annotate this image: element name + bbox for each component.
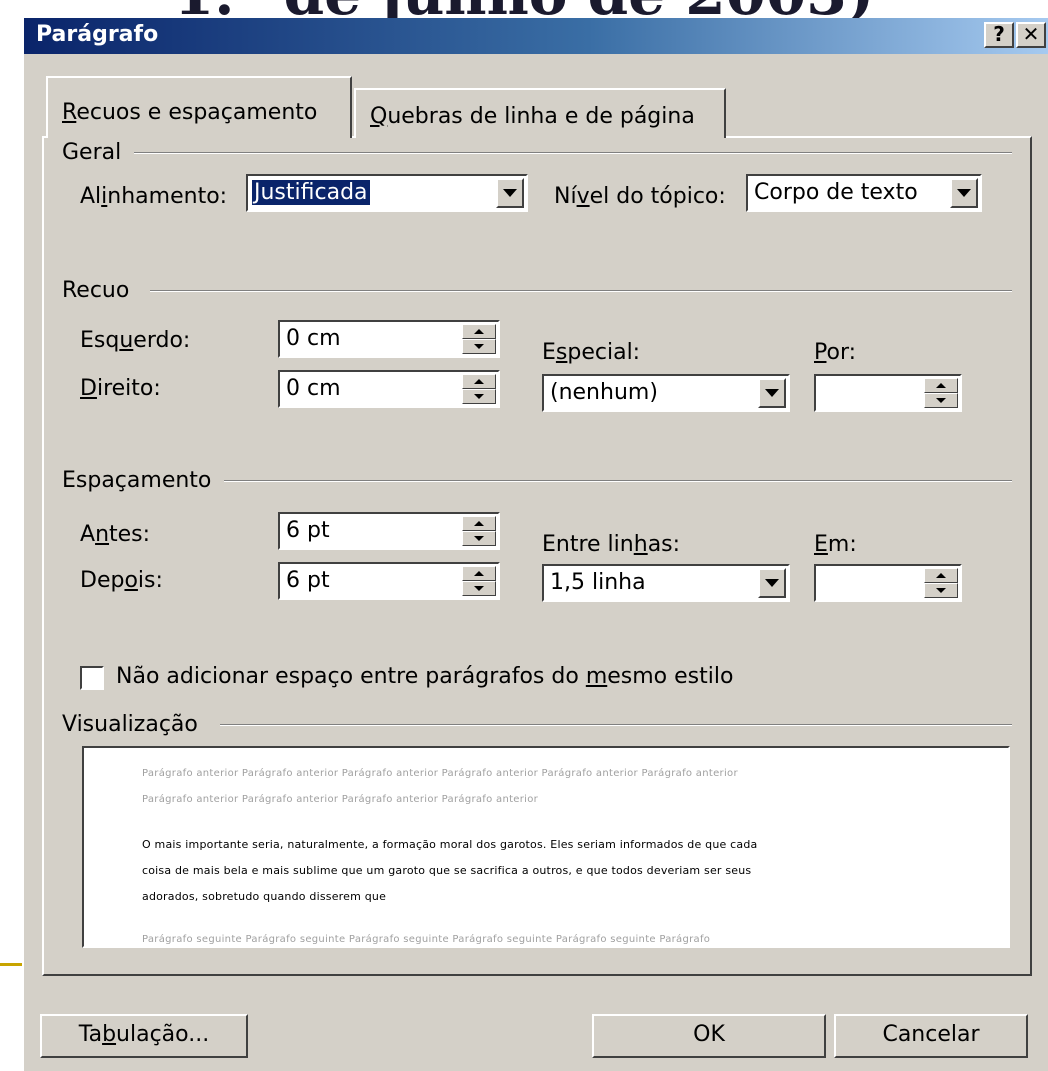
special-select[interactable]: (nenhum): [542, 374, 790, 412]
arrow-up-icon: [474, 571, 484, 576]
arrow-down-icon: [936, 588, 946, 593]
arrow-down-icon: [474, 536, 484, 541]
by-spinner[interactable]: [814, 374, 962, 412]
line-spacing-dropdown-arrow[interactable]: [758, 568, 786, 598]
spacing-after-value: 6 pt: [286, 568, 330, 593]
arrow-down-icon: [474, 586, 484, 591]
preview-current-line: adorados, sobretudo quando disserem que: [142, 890, 387, 903]
tabs-button[interactable]: Tabulação...: [40, 1014, 248, 1058]
arrow-up-icon: [936, 383, 946, 388]
spin-down-button[interactable]: [462, 339, 496, 354]
chevron-down-icon: [503, 189, 517, 197]
indent-left-label: Esquerdo:: [80, 328, 191, 353]
spacing-after-label: Depois:: [80, 568, 163, 593]
arrow-up-icon: [474, 379, 484, 384]
paragraph-dialog: Parágrafo ? ✕ Recuos e espaçamento Quebr…: [22, 18, 1048, 1071]
spacing-group-line: [224, 480, 1012, 482]
by-label: Por:: [814, 340, 857, 365]
arrow-down-icon: [474, 394, 484, 399]
tab-indents-spacing[interactable]: Recuos e espaçamento: [46, 76, 352, 138]
cancel-button[interactable]: Cancelar: [834, 1014, 1028, 1058]
at-label: Em:: [814, 532, 857, 557]
paragraph-preview: Parágrafo anterior Parágrafo anterior Pa…: [82, 746, 1010, 948]
special-value: (nenhum): [550, 380, 658, 405]
line-spacing-select[interactable]: 1,5 linha: [542, 564, 790, 602]
spin-down-button[interactable]: [462, 581, 496, 596]
help-button[interactable]: ?: [984, 22, 1014, 48]
title-bar: Parágrafo ? ✕: [24, 18, 1048, 54]
alignment-select[interactable]: Justificada: [246, 174, 528, 212]
spin-down-button[interactable]: [924, 393, 958, 408]
spacing-before-value: 6 pt: [286, 518, 330, 543]
active-tab-joint: [48, 136, 350, 140]
tab-line-page-breaks[interactable]: Quebras de linha e de página: [354, 88, 726, 138]
indent-right-label: Direito:: [80, 376, 161, 401]
outline-level-value: Corpo de texto: [754, 180, 918, 205]
dont-add-space-label[interactable]: Não adicionar espaço entre parágrafos do…: [116, 664, 733, 689]
spin-up-button[interactable]: [462, 516, 496, 531]
arrow-up-icon: [474, 329, 484, 334]
chevron-down-icon: [765, 579, 779, 587]
chevron-down-icon: [957, 189, 971, 197]
spin-down-button[interactable]: [462, 389, 496, 404]
arrow-up-icon: [474, 521, 484, 526]
outline-level-select[interactable]: Corpo de texto: [746, 174, 982, 212]
preview-current-line: O mais importante seria, naturalmente, a…: [142, 838, 758, 851]
spin-up-button[interactable]: [462, 374, 496, 389]
spacing-group-label: Espaçamento: [62, 468, 220, 493]
outline-level-dropdown-arrow[interactable]: [950, 178, 978, 208]
preview-previous-line: Parágrafo anterior Parágrafo anterior Pa…: [142, 768, 738, 779]
general-group-line: [134, 152, 1012, 154]
preview-next-line: Parágrafo seguinte Parágrafo seguinte Pa…: [142, 934, 711, 945]
special-label: Especial:: [542, 340, 641, 365]
preview-previous-line: Parágrafo anterior Parágrafo anterior Pa…: [142, 794, 539, 805]
indent-left-spinner[interactable]: 0 cm: [278, 320, 500, 358]
spin-up-button[interactable]: [462, 324, 496, 339]
background-slide-title: 1.º de junho de 2003): [0, 0, 1048, 20]
indent-left-value: 0 cm: [286, 326, 341, 351]
spin-up-button[interactable]: [462, 566, 496, 581]
arrow-up-icon: [936, 573, 946, 578]
at-spinner[interactable]: [814, 564, 962, 602]
preview-group-label: Visualização: [62, 712, 206, 737]
dont-add-space-checkbox[interactable]: [80, 666, 104, 690]
special-dropdown-arrow[interactable]: [758, 378, 786, 408]
indent-right-spinner[interactable]: 0 cm: [278, 370, 500, 408]
spin-up-button[interactable]: [924, 568, 958, 583]
spacing-before-label: Antes:: [80, 522, 151, 547]
alignment-label: Alinhamento:: [80, 184, 228, 209]
arrow-down-icon: [936, 398, 946, 403]
arrow-down-icon: [474, 344, 484, 349]
outline-level-label: Nível do tópico:: [554, 184, 726, 209]
line-spacing-value: 1,5 linha: [550, 570, 646, 595]
window-title: Parágrafo: [36, 22, 159, 47]
spin-down-button[interactable]: [462, 531, 496, 546]
close-button[interactable]: ✕: [1016, 22, 1046, 48]
alignment-value: Justificada: [252, 180, 370, 205]
chevron-down-icon: [765, 389, 779, 397]
ok-button[interactable]: OK: [592, 1014, 826, 1058]
preview-current-line: coisa de mais bela e mais sublime que um…: [142, 864, 752, 877]
indent-group-line: [150, 290, 1012, 292]
indent-group-label: Recuo: [62, 278, 138, 303]
spacing-before-spinner[interactable]: 6 pt: [278, 512, 500, 550]
indent-right-value: 0 cm: [286, 376, 341, 401]
line-spacing-label: Entre linhas:: [542, 532, 681, 557]
general-group-label: Geral: [62, 140, 130, 165]
preview-group-line: [220, 724, 1012, 726]
background-slide-strip: [0, 20, 22, 1071]
spacing-after-spinner[interactable]: 6 pt: [278, 562, 500, 600]
alignment-dropdown-arrow[interactable]: [496, 178, 524, 208]
spin-down-button[interactable]: [924, 583, 958, 598]
spin-up-button[interactable]: [924, 378, 958, 393]
